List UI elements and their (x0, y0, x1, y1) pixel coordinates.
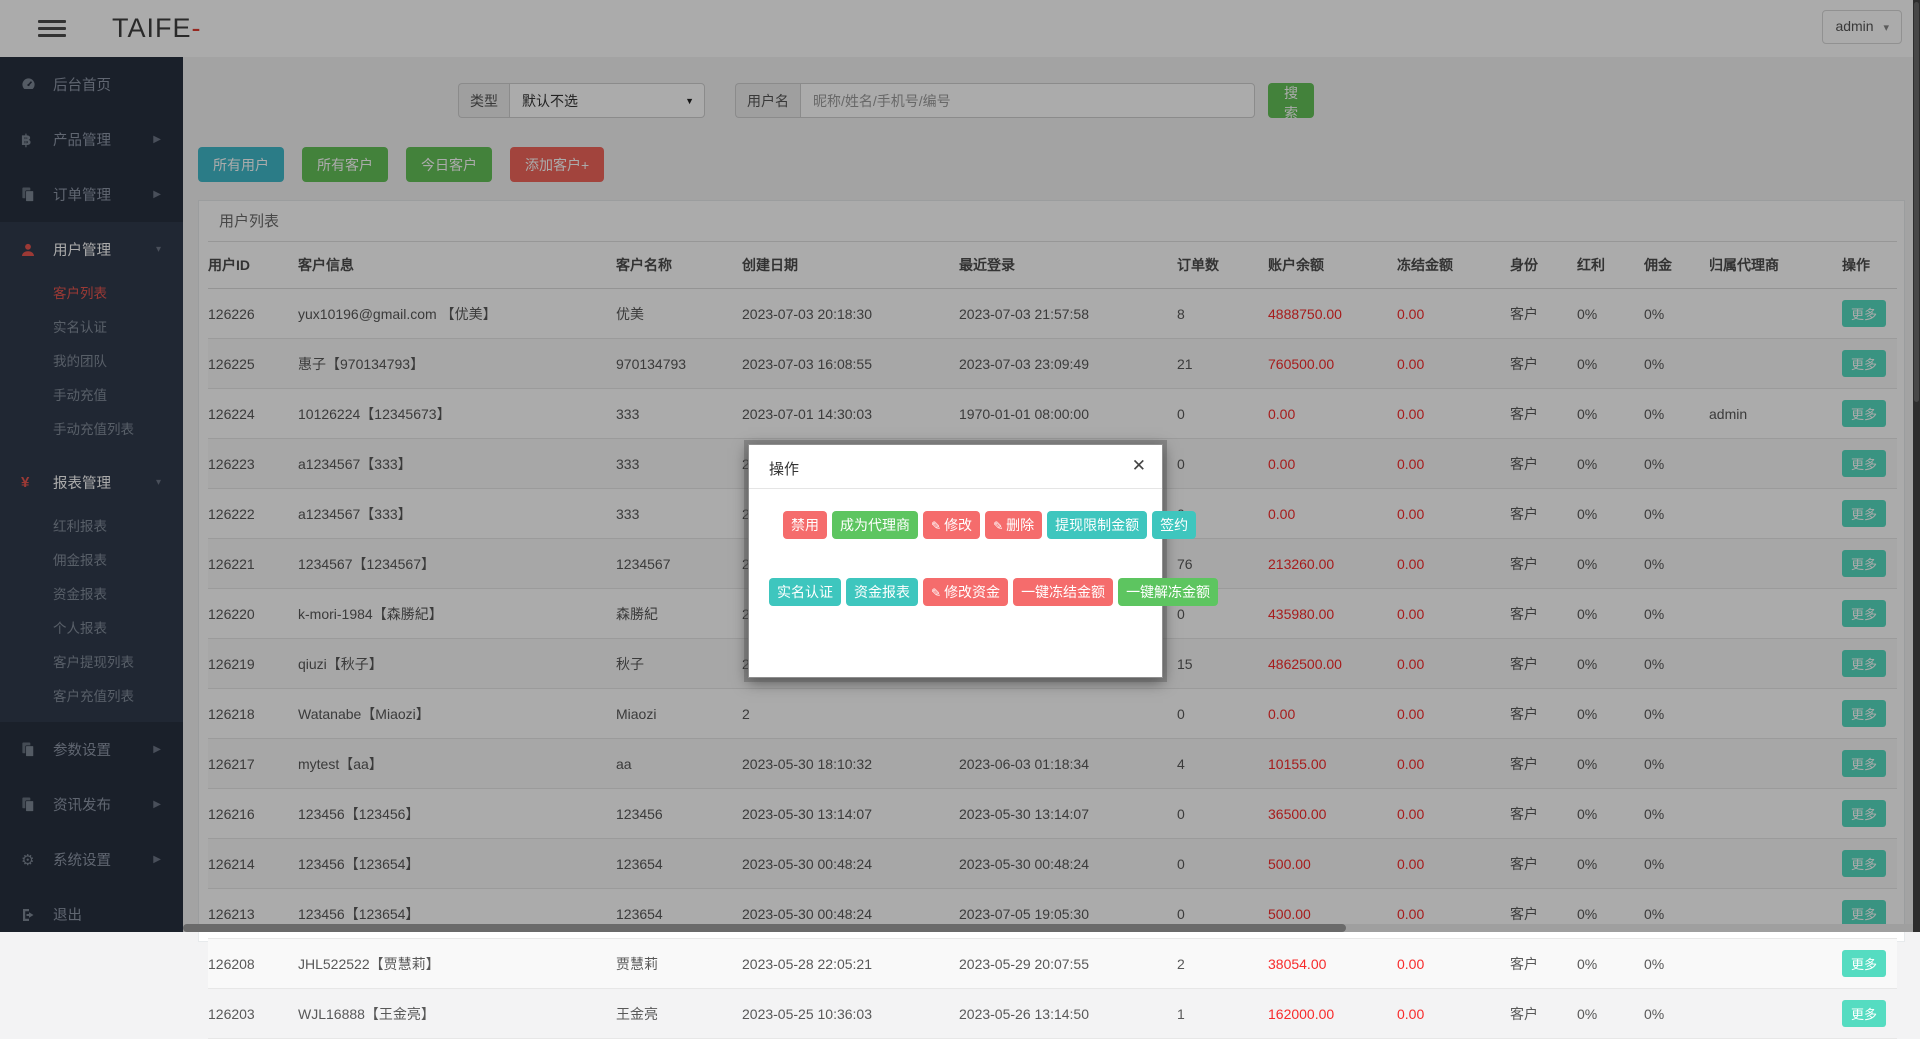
cell-冻结金额: 0.00 (1397, 989, 1510, 1039)
modal-header: 操作 ✕ (749, 445, 1162, 489)
modal-button-删除[interactable]: ✎删除 (985, 511, 1042, 539)
cell-操作: 更多 (1842, 989, 1897, 1039)
table-row: 126203WJL16888【王金亮】王金亮2023-05-25 10:36:0… (208, 989, 1897, 1039)
cell-归属代理商 (1709, 939, 1842, 989)
modal-button-一键解冻金额[interactable]: 一键解冻金额 (1118, 578, 1218, 606)
cell-归属代理商 (1709, 989, 1842, 1039)
cell-最近登录: 2023-05-26 13:14:50 (959, 989, 1177, 1039)
cell-创建日期: 2023-05-25 10:36:03 (742, 989, 959, 1039)
modal-button-row: 实名认证资金报表✎修改资金一键冻结金额一键解冻金额 (769, 578, 1146, 606)
close-icon[interactable]: ✕ (1132, 456, 1146, 476)
cell-创建日期: 2023-05-28 22:05:21 (742, 939, 959, 989)
vertical-scrollbar[interactable] (1913, 0, 1920, 932)
more-button[interactable]: 更多 (1842, 1000, 1886, 1027)
cell-订单数: 2 (1177, 939, 1268, 989)
cell-冻结金额: 0.00 (1397, 939, 1510, 989)
cell-身份: 客户 (1510, 939, 1577, 989)
modal-button-实名认证[interactable]: 实名认证 (769, 578, 841, 606)
cell-账户余额: 162000.00 (1268, 989, 1397, 1039)
cell-订单数: 1 (1177, 989, 1268, 1039)
modal-button-资金报表[interactable]: 资金报表 (846, 578, 918, 606)
cell-操作: 更多 (1842, 939, 1897, 989)
cell-客户信息: WJL16888【王金亮】 (298, 989, 616, 1039)
cell-身份: 客户 (1510, 989, 1577, 1039)
cell-佣金: 0% (1644, 939, 1709, 989)
modal-button-提现限制金额[interactable]: 提现限制金额 (1047, 511, 1147, 539)
modal-button-修改[interactable]: ✎修改 (923, 511, 980, 539)
cell-客户名称: 贾慧莉 (616, 939, 742, 989)
cell-用户ID: 126208 (208, 939, 298, 989)
modal-button-禁用[interactable]: 禁用 (783, 511, 827, 539)
pencil-icon: ✎ (993, 519, 1003, 533)
cell-用户ID: 126203 (208, 989, 298, 1039)
modal-button-修改资金[interactable]: ✎修改资金 (923, 578, 1008, 606)
cell-红利: 0% (1577, 939, 1644, 989)
cell-佣金: 0% (1644, 989, 1709, 1039)
pencil-icon: ✎ (931, 586, 941, 600)
modal-button-成为代理商[interactable]: 成为代理商 (832, 511, 918, 539)
cell-最近登录: 2023-05-29 20:07:55 (959, 939, 1177, 989)
modal-title: 操作 (769, 458, 799, 479)
actions-modal: 操作 ✕ 禁用成为代理商✎修改✎删除提现限制金额签约实名认证资金报表✎修改资金一… (748, 444, 1163, 678)
cell-红利: 0% (1577, 989, 1644, 1039)
cell-客户名称: 王金亮 (616, 989, 742, 1039)
table-row: 126208JHL522522【贾慧莉】贾慧莉2023-05-28 22:05:… (208, 939, 1897, 989)
modal-button-row: 禁用成为代理商✎修改✎删除提现限制金额签约 (783, 511, 1146, 539)
cell-账户余额: 38054.00 (1268, 939, 1397, 989)
cell-客户信息: JHL522522【贾慧莉】 (298, 939, 616, 989)
more-button[interactable]: 更多 (1842, 950, 1886, 977)
modal-button-签约[interactable]: 签约 (1152, 511, 1196, 539)
pencil-icon: ✎ (931, 519, 941, 533)
modal-body: 禁用成为代理商✎修改✎删除提现限制金额签约实名认证资金报表✎修改资金一键冻结金额… (749, 489, 1162, 606)
vertical-scrollbar-thumb[interactable] (1914, 2, 1919, 402)
modal-button-一键冻结金额[interactable]: 一键冻结金额 (1013, 578, 1113, 606)
